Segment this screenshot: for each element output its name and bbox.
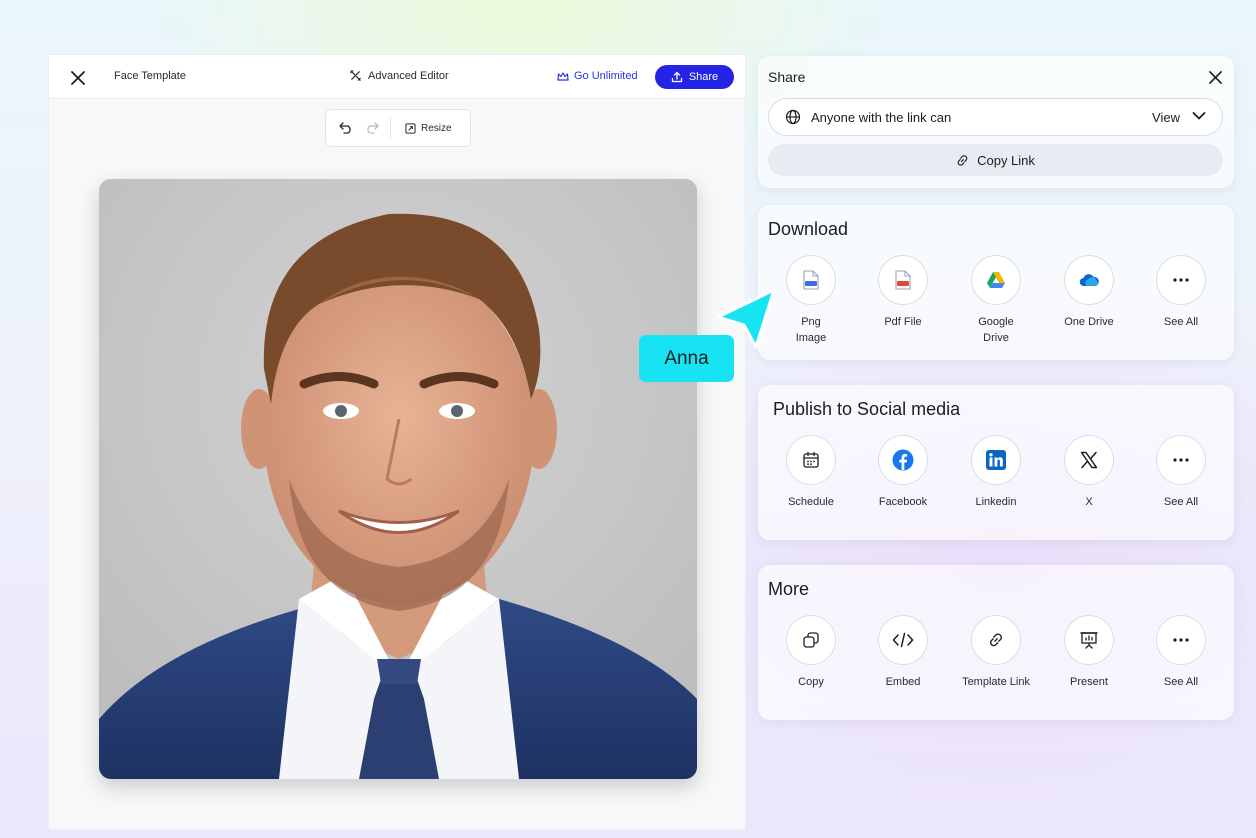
resize-icon	[405, 122, 416, 134]
schedule-label: Schedule	[788, 496, 834, 508]
more-dots-icon	[1156, 435, 1206, 485]
template-link-label: Template Link	[962, 676, 1030, 688]
download-see-all-button[interactable]: See All	[1136, 255, 1226, 330]
download-see-all-label: See All	[1163, 316, 1199, 328]
link-icon	[957, 154, 968, 166]
download-title: Download	[768, 219, 849, 239]
more-dots-icon	[1156, 255, 1206, 305]
crown-icon	[557, 71, 569, 81]
advanced-editor-label: Advanced Editor	[368, 69, 449, 82]
go-unlimited-button[interactable]: Go Unlimited	[557, 70, 638, 82]
portrait-photo[interactable]	[99, 179, 697, 779]
chevron-down-icon	[1192, 112, 1206, 120]
collaborator-name-tag: Anna	[639, 335, 734, 382]
google-drive-label: Google Drive	[978, 316, 1014, 344]
save-onedrive-button[interactable]: One Drive	[1044, 255, 1134, 330]
social-see-all-button[interactable]: See All	[1136, 435, 1226, 510]
more-dots-icon	[1156, 615, 1206, 665]
pdf-file-icon	[878, 255, 928, 305]
link-icon	[971, 615, 1021, 665]
png-file-icon	[786, 255, 836, 305]
advanced-editor-button[interactable]: Advanced Editor	[349, 69, 449, 82]
calendar-icon	[786, 435, 836, 485]
close-editor-button[interactable]	[67, 67, 89, 89]
template-link-button[interactable]: Template Link	[951, 615, 1041, 690]
editor-panel: Face Template Advanced Editor Go Unlimit…	[48, 54, 746, 830]
canvas-toolbar: Resize	[325, 109, 471, 147]
copy-label: Copy	[798, 676, 824, 688]
link-access-label: Anyone with the link can	[811, 110, 952, 125]
x-share-button[interactable]: X	[1044, 435, 1134, 510]
embed-button[interactable]: Embed	[858, 615, 948, 690]
undo-button[interactable]	[336, 118, 356, 138]
copy-link-label: Copy Link	[977, 152, 1035, 168]
toolbar-divider	[390, 117, 391, 139]
more-see-all-button[interactable]: See All	[1136, 615, 1226, 690]
facebook-icon	[878, 435, 928, 485]
onedrive-label: One Drive	[1064, 316, 1114, 328]
globe-icon	[785, 109, 801, 125]
copy-design-button[interactable]: Copy	[766, 615, 856, 690]
close-icon	[1208, 70, 1222, 84]
schedule-post-button[interactable]: Schedule	[766, 435, 856, 510]
redo-button[interactable]	[362, 118, 382, 138]
more-card: More Copy Embed Template Link Present Se…	[758, 565, 1234, 720]
social-see-all-label: See All	[1163, 496, 1199, 508]
more-see-all-label: See All	[1163, 676, 1199, 688]
x-label: X	[1085, 496, 1093, 508]
facebook-share-button[interactable]: Facebook	[858, 435, 948, 510]
presentation-icon	[1064, 615, 1114, 665]
close-share-button[interactable]	[1206, 68, 1224, 86]
share-label: Share	[688, 71, 719, 83]
social-title: Publish to Social media	[773, 399, 961, 419]
social-card: Publish to Social media Schedule Faceboo…	[758, 385, 1234, 540]
resize-button[interactable]: Resize	[405, 123, 452, 134]
more-options: Copy Embed Template Link Present See All	[758, 615, 1234, 715]
close-icon	[71, 71, 85, 85]
permission-value: View	[1152, 110, 1180, 125]
social-options: Schedule Facebook Linkedin X See All	[758, 435, 1234, 535]
undo-icon	[339, 122, 351, 134]
go-unlimited-label: Go Unlimited	[574, 70, 638, 82]
linkedin-share-button[interactable]: Linkedin	[951, 435, 1041, 510]
facebook-label: Facebook	[878, 496, 928, 508]
present-label: Present	[1070, 676, 1108, 688]
copy-icon	[786, 615, 836, 665]
download-pdf-button[interactable]: Pdf File	[858, 255, 948, 330]
x-icon	[1064, 435, 1114, 485]
share-card: Share Anyone with the link can View Copy…	[758, 56, 1234, 188]
embed-label: Embed	[885, 676, 921, 688]
download-png-label: Png Image	[795, 316, 827, 344]
portrait-illustration	[99, 179, 697, 779]
redo-icon	[367, 122, 379, 134]
share-title: Share	[768, 69, 806, 85]
download-card: Download Png Image Pdf File Google Drive…	[758, 205, 1234, 360]
editor-topbar: Face Template Advanced Editor Go Unlimit…	[49, 55, 745, 99]
onedrive-icon	[1064, 255, 1114, 305]
download-pdf-label: Pdf File	[884, 316, 922, 328]
link-access-select[interactable]: Anyone with the link can View	[768, 98, 1223, 136]
more-title: More	[768, 579, 810, 599]
tools-icon	[350, 70, 361, 81]
share-button[interactable]: Share	[655, 65, 734, 89]
save-google-drive-button[interactable]: Google Drive	[951, 255, 1041, 346]
code-icon	[878, 615, 928, 665]
upload-icon	[671, 71, 682, 83]
linkedin-icon	[971, 435, 1021, 485]
document-title: Face Template	[114, 70, 186, 82]
download-options: Png Image Pdf File Google Drive One Driv…	[758, 255, 1234, 355]
linkedin-label: Linkedin	[975, 496, 1017, 508]
resize-label: Resize	[421, 122, 452, 134]
copy-link-button[interactable]: Copy Link	[768, 144, 1223, 176]
google-drive-icon	[971, 255, 1021, 305]
present-button[interactable]: Present	[1044, 615, 1134, 690]
